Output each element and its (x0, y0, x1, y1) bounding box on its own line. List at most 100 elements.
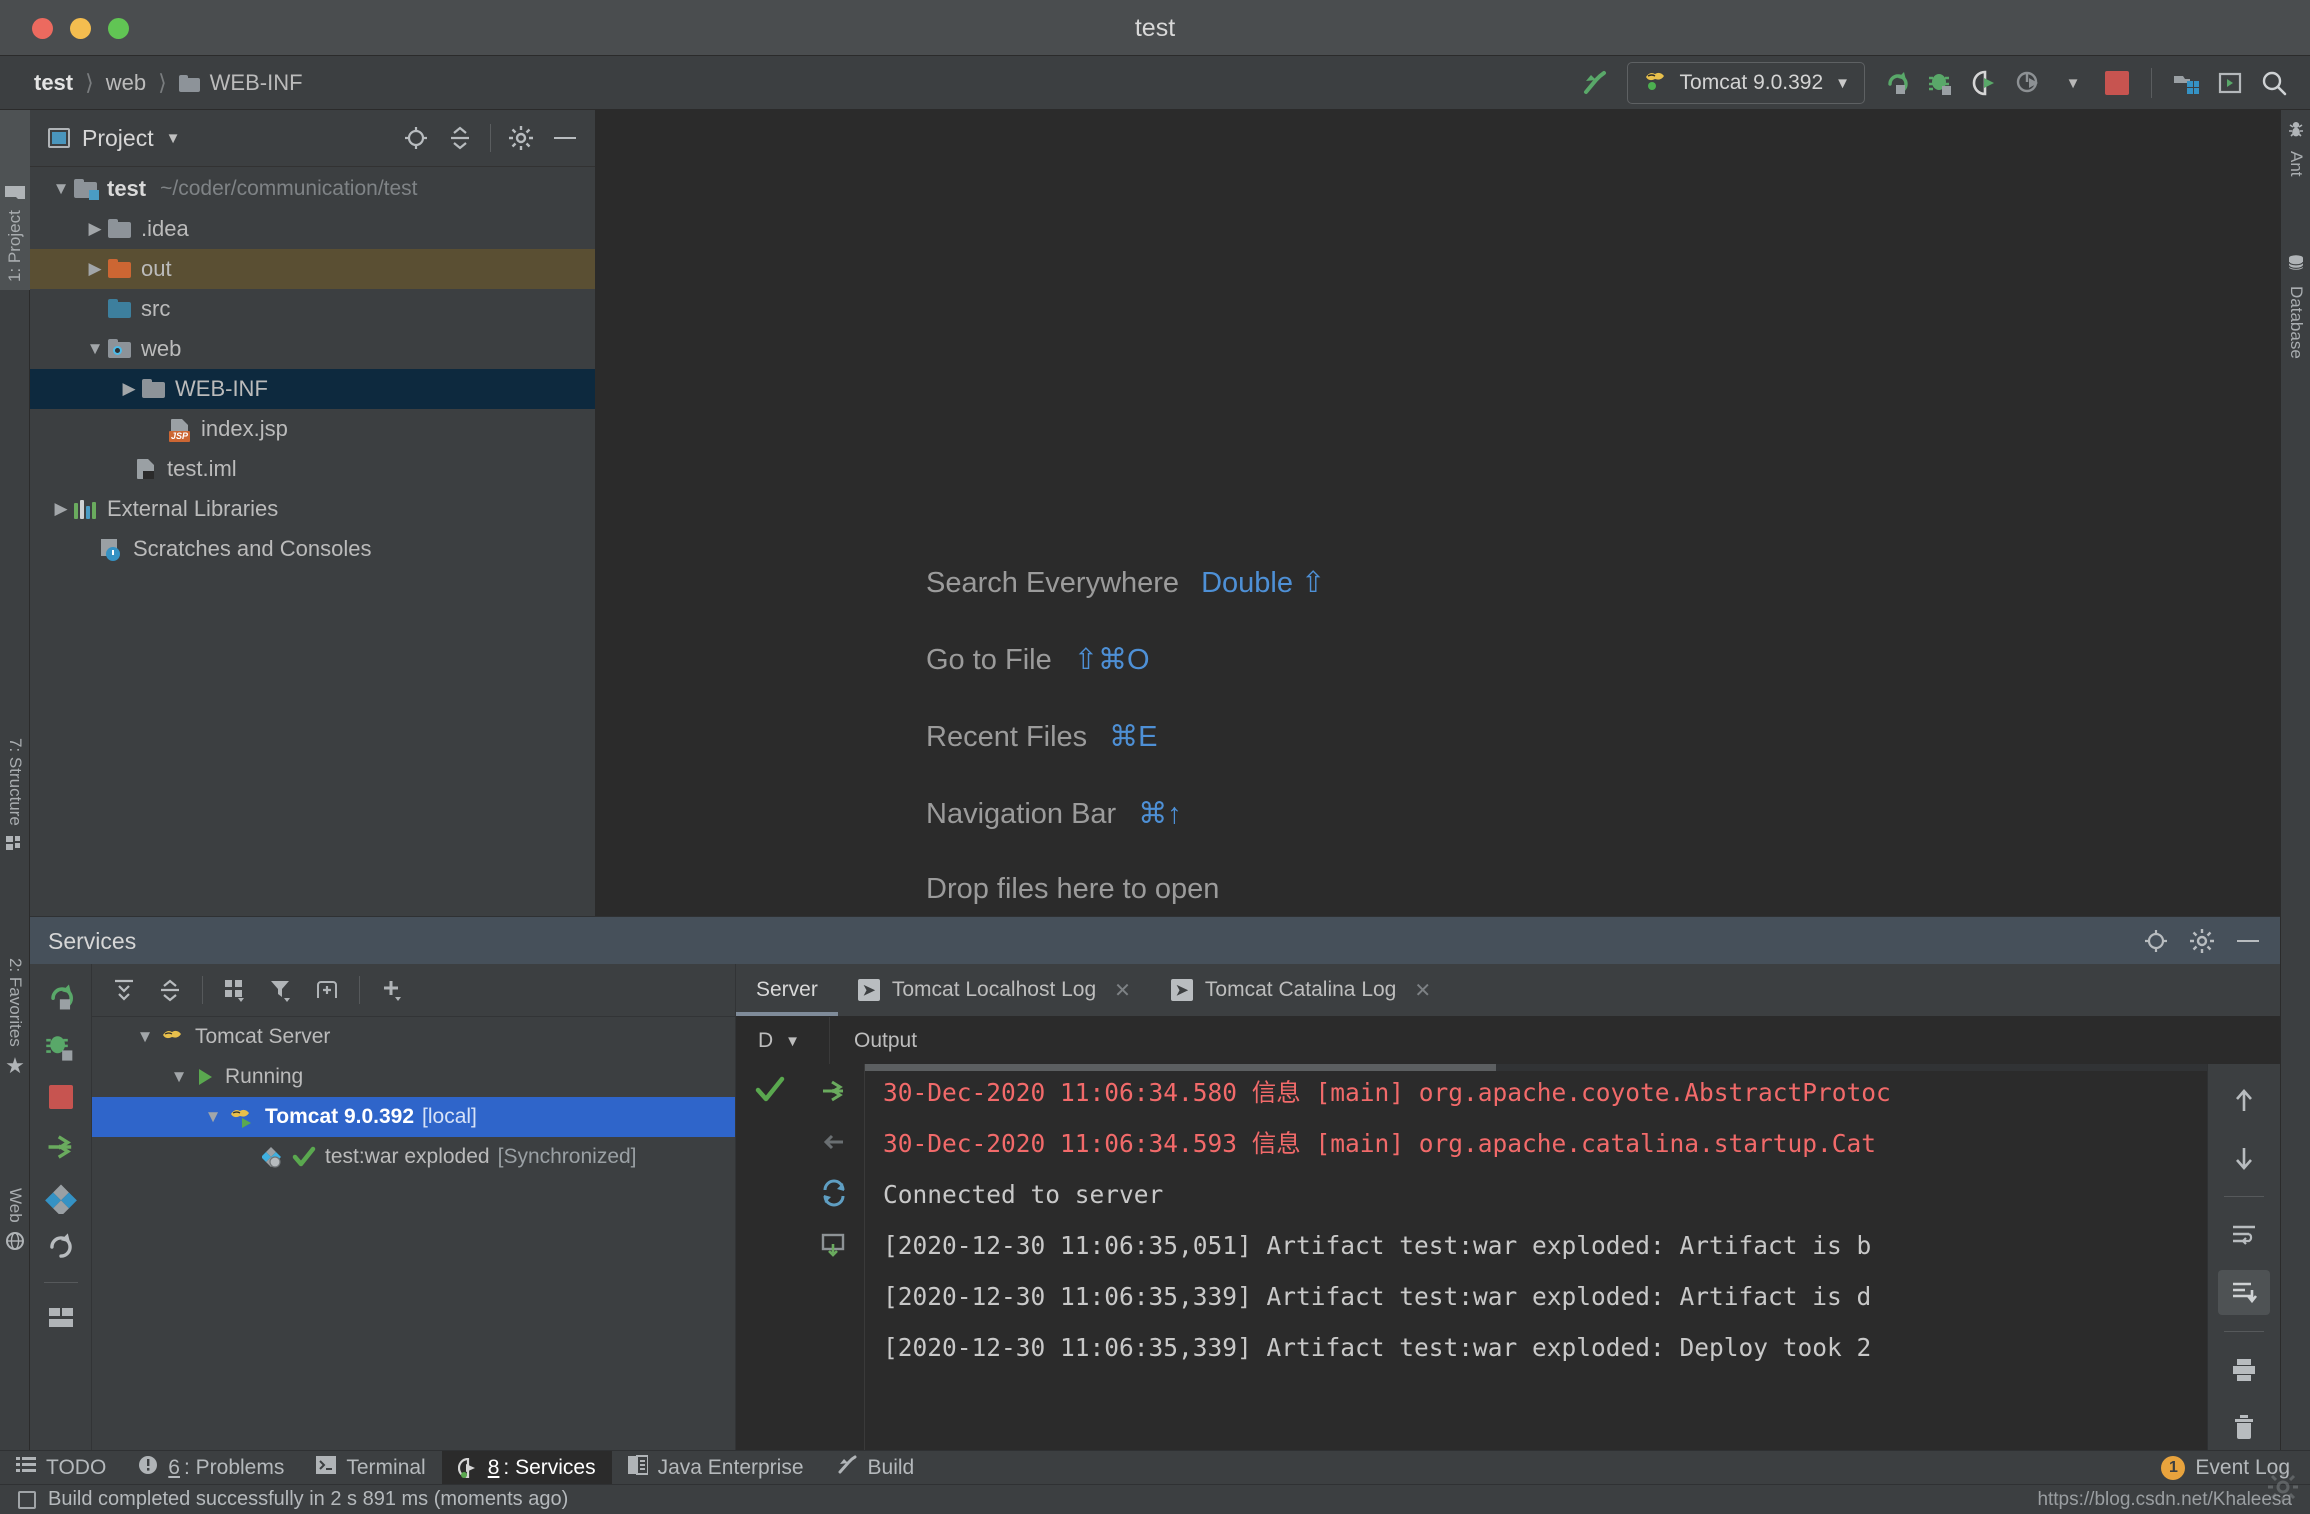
chevron-down-icon[interactable]: ▼ (82, 339, 108, 359)
project-panel-title[interactable]: Project ▼ (48, 125, 180, 152)
log-line: Connected to server (865, 1169, 2207, 1220)
sidebar-item-project[interactable]: 1: Project (0, 110, 30, 290)
refresh-button[interactable] (38, 1224, 84, 1270)
chevron-right-icon[interactable]: ▶ (116, 379, 142, 399)
breadcrumb-item-test[interactable]: test (22, 70, 85, 96)
undeploy-icon[interactable] (818, 1127, 850, 1162)
services-row-running[interactable]: ▼ Running (92, 1057, 735, 1097)
services-tree-pane: ▼ Tomcat Server ▼ (92, 964, 736, 1450)
add-tab-button[interactable] (305, 968, 349, 1012)
breadcrumb-item-web[interactable]: web (94, 70, 158, 96)
tree-row-test[interactable]: ▼ test ~/coder/communication/test (30, 169, 595, 209)
bottom-tab-terminal[interactable]: Terminal (300, 1451, 441, 1485)
deploy-artifact-button[interactable] (38, 1174, 84, 1220)
sidebar-item-database[interactable]: Database (2281, 245, 2310, 445)
close-icon[interactable]: ✕ (1114, 978, 1131, 1003)
profiler-button[interactable] (2007, 61, 2051, 105)
services-row-artifact[interactable]: test:war exploded [Synchronized] (92, 1137, 735, 1177)
hint-label: Navigation Bar (926, 798, 1116, 831)
scroll-to-end-icon[interactable] (2218, 1270, 2270, 1315)
services-row-tomcat-server[interactable]: ▼ Tomcat Server (92, 1017, 735, 1057)
close-icon[interactable]: ✕ (1414, 978, 1431, 1003)
star-icon: ★ (5, 1055, 25, 1077)
sidebar-item-favorites[interactable]: 2: Favorites ★ (0, 950, 30, 1168)
browser-icon[interactable] (818, 1229, 850, 1264)
bottom-tab-java-enterprise[interactable]: Java Enterprise (612, 1451, 820, 1485)
stop-service-button[interactable] (38, 1074, 84, 1120)
update-icon[interactable] (818, 1178, 850, 1213)
toolbar-divider (2224, 1331, 2264, 1332)
tree-row-idea[interactable]: ▶ .idea (30, 209, 595, 249)
tab-server[interactable]: Server (736, 964, 838, 1016)
filter-button[interactable] (259, 968, 303, 1012)
group-by-button[interactable] (213, 968, 257, 1012)
print-icon[interactable] (2218, 1348, 2270, 1393)
debug-button[interactable] (1919, 61, 1963, 105)
chevron-right-icon[interactable]: ▶ (82, 259, 108, 279)
services-hide-button[interactable] (2228, 921, 2268, 961)
sidebar-item-ant[interactable]: Ant (2281, 110, 2310, 230)
trash-icon[interactable] (2218, 1405, 2270, 1450)
bottom-tab-services[interactable]: 8: Services (442, 1451, 612, 1485)
tree-row-index-jsp[interactable]: JSP index.jsp (30, 409, 595, 449)
bottom-tab-todo[interactable]: TODO (0, 1451, 122, 1485)
breadcrumb-item-web-inf[interactable]: WEB-INF (167, 70, 315, 96)
bottom-tab-problems[interactable]: 6: Problems (122, 1451, 300, 1485)
hint-shortcut: Double ⇧ (1201, 565, 1325, 600)
tree-row-scratches[interactable]: Scratches and Consoles (30, 529, 595, 569)
chevron-down-icon[interactable]: ▼ (164, 1067, 194, 1087)
redeploy-button[interactable] (38, 1124, 84, 1170)
services-row-tomcat-instance[interactable]: ▼ Tomcat 9.0.392 [local] (92, 1097, 735, 1137)
settings-gear-button[interactable] (501, 118, 541, 158)
chevron-right-icon[interactable]: ▶ (82, 219, 108, 239)
console-log-text[interactable]: 30-Dec-2020 11:06:34.580 信息 [main] org.a… (865, 1064, 2207, 1450)
console-dropdown[interactable]: D ▼ (736, 1017, 830, 1065)
toolbar-divider (202, 976, 203, 1004)
project-structure-button[interactable] (2164, 61, 2208, 105)
select-opened-file-button[interactable] (396, 118, 436, 158)
services-locate-button[interactable] (2136, 921, 2176, 961)
add-service-button[interactable] (370, 968, 414, 1012)
soft-wrap-icon[interactable] (2218, 1213, 2270, 1258)
collapse-all-button[interactable] (440, 118, 480, 158)
chevron-down-icon[interactable]: ▼ (48, 179, 74, 199)
tree-row-web[interactable]: ▼ web (30, 329, 595, 369)
collapse-all-button[interactable] (148, 968, 192, 1012)
stop-button[interactable] (2095, 61, 2139, 105)
hint-shortcut: ⇧⌘O (1074, 642, 1150, 677)
chevron-right-icon[interactable]: ▶ (48, 499, 74, 519)
tab-tomcat-localhost-log[interactable]: ➤ Tomcat Localhost Log ✕ (838, 964, 1151, 1016)
expand-all-button[interactable] (102, 968, 146, 1012)
tree-row-out[interactable]: ▶ out (30, 249, 595, 289)
tree-row-web-inf[interactable]: ▶ WEB-INF (30, 369, 595, 409)
rerun-button[interactable] (1875, 61, 1919, 105)
tree-row-external-libraries[interactable]: ▶ External Libraries (30, 489, 595, 529)
tree-row-label: External Libraries (107, 496, 278, 522)
terminal-button[interactable] (2208, 61, 2252, 105)
sidebar-item-web[interactable]: Web (0, 1180, 30, 1310)
services-settings-button[interactable] (2182, 921, 2222, 961)
tab-tomcat-catalina-log[interactable]: ➤ Tomcat Catalina Log ✕ (1151, 964, 1451, 1016)
debug-service-button[interactable] (38, 1024, 84, 1070)
chevron-down-icon[interactable]: ▼ (130, 1027, 160, 1047)
run-configuration-selector[interactable]: Tomcat 9.0.392 ▼ (1627, 62, 1865, 104)
chevron-down-icon[interactable]: ▼ (198, 1107, 228, 1127)
scroll-up-icon[interactable] (2218, 1078, 2270, 1123)
search-button[interactable] (2252, 61, 2296, 105)
rerun-service-button[interactable] (38, 974, 84, 1020)
bottom-tab-build[interactable]: Build (820, 1451, 931, 1485)
redeploy-icon[interactable] (818, 1076, 850, 1111)
scroll-down-icon[interactable] (2218, 1135, 2270, 1180)
services-row-label: Tomcat 9.0.392 (265, 1105, 414, 1129)
layout-button[interactable] (38, 1295, 84, 1341)
hide-panel-button[interactable] (545, 118, 585, 158)
bottom-tab-label: Terminal (346, 1456, 425, 1480)
run-with-coverage-button[interactable] (1963, 61, 2007, 105)
profiler-dropdown-button[interactable]: ▼ (2051, 61, 2095, 105)
build-hammer-button[interactable] (1573, 61, 1617, 105)
editor-empty-area[interactable]: Search Everywhere Double ⇧ Go to File ⇧⌘… (596, 110, 2280, 916)
tree-row-src[interactable]: src (30, 289, 595, 329)
tree-row-test-iml[interactable]: test.iml (30, 449, 595, 489)
sidebar-item-label: 1: Project (5, 210, 25, 282)
sidebar-item-structure[interactable]: 7: Structure (0, 730, 30, 945)
